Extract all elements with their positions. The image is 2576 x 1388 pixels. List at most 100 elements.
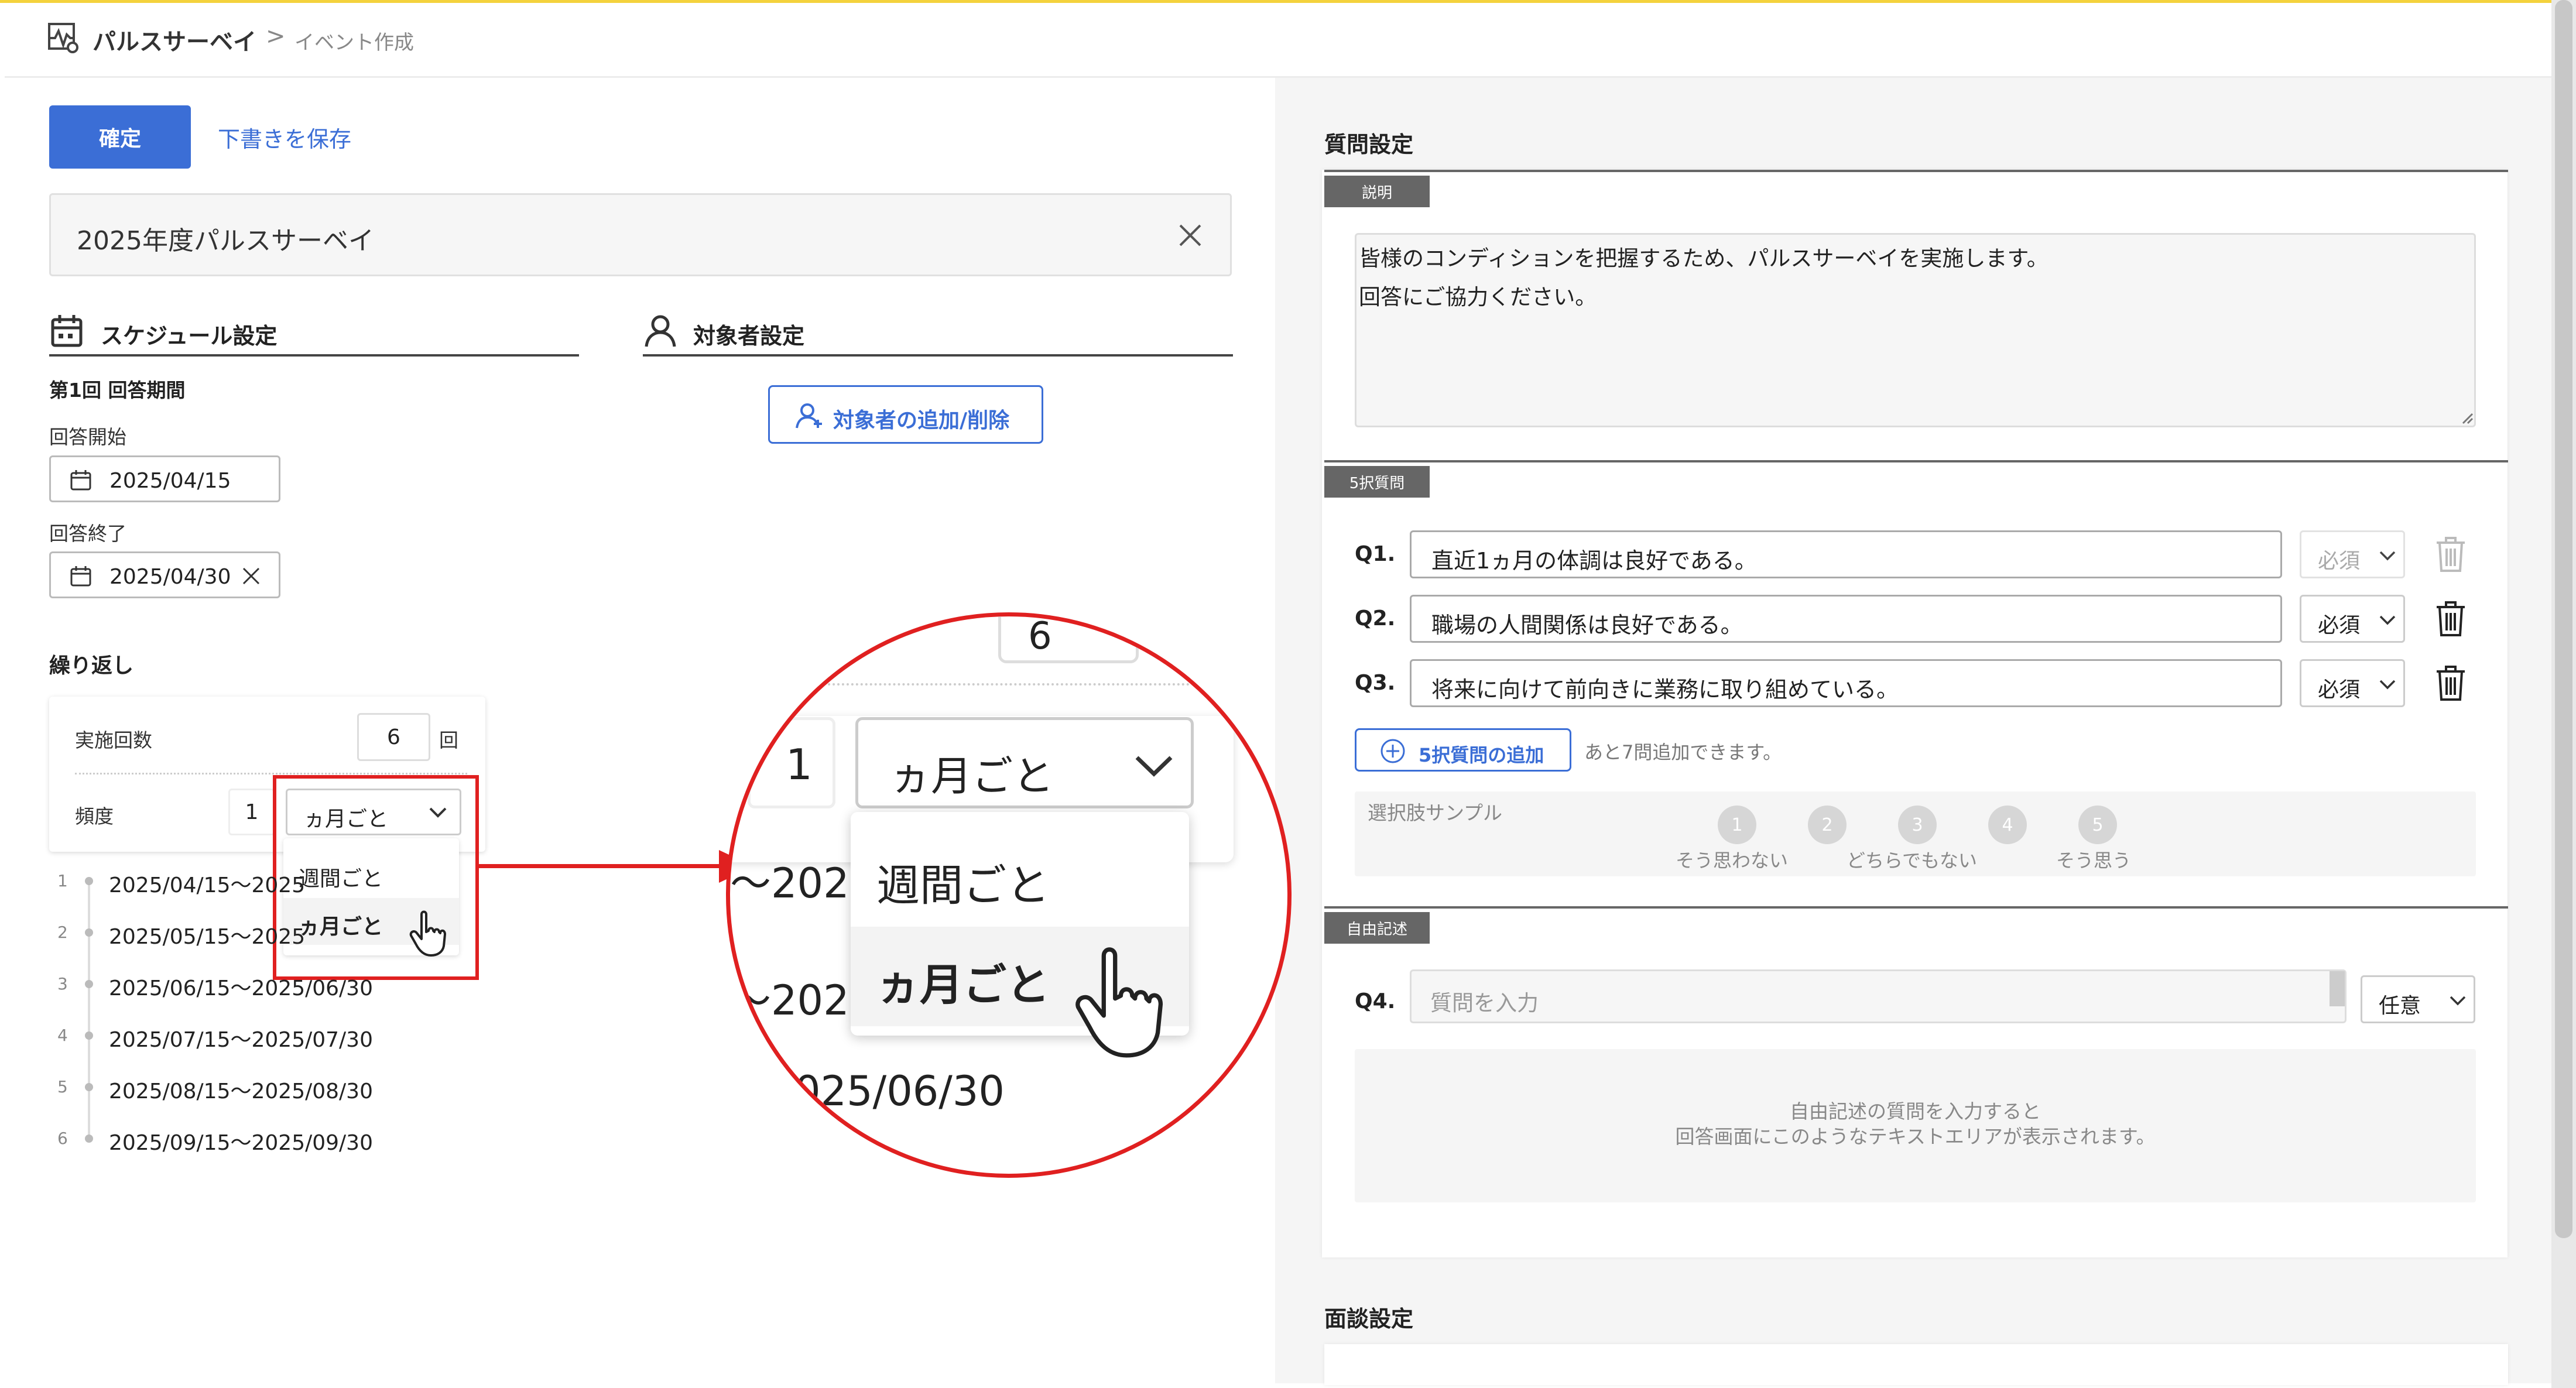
schedule-section-title: スケジュール設定 (101, 323, 278, 349)
end-label: 回答終了 (49, 522, 126, 545)
add-choice-question-button[interactable]: 5択質問の追加 (1355, 728, 1571, 772)
free-hint-line1: 自由記述の質問を入力すると (1790, 1100, 2041, 1123)
person-add-icon (796, 403, 822, 429)
calendar-icon (51, 315, 83, 347)
start-date-value: 2025/04/15 (109, 469, 231, 493)
desc-rule (1324, 170, 2508, 172)
required-select-2[interactable]: 必須 (2300, 595, 2405, 643)
required-select-1[interactable]: 必須 (2300, 530, 2405, 578)
scale-point: 5 (2078, 806, 2117, 844)
schedule-item: 2025/06/15～2025/06/30 (109, 976, 373, 1000)
free-rule (1324, 906, 2508, 909)
schedule-number: 2 (57, 923, 68, 942)
zoom-bg-text: ～202 (730, 859, 849, 907)
questions-section-title: 質問設定 (1324, 132, 1414, 157)
remaining-text: あと7問追加できます。 (1584, 741, 1782, 763)
breadcrumb-separator: > (266, 23, 286, 50)
count-label: 実施回数 (75, 729, 152, 752)
trash-icon[interactable] (2434, 664, 2467, 702)
timeline-line (88, 881, 90, 1142)
chevron-down-icon (1135, 756, 1173, 777)
scale-point: 4 (1988, 806, 2027, 844)
person-icon (645, 315, 676, 347)
end-date-value: 2025/04/30 (109, 565, 231, 589)
timeline-dot (85, 980, 93, 988)
choice-tag: 5択質問 (1324, 466, 1430, 498)
end-date-field[interactable]: 2025/04/30 (49, 551, 280, 598)
event-title-value: 2025年度パルスサーベイ (77, 226, 374, 256)
app-title[interactable]: パルスサーベイ (93, 23, 256, 57)
schedule-item: 2025/08/15～2025/08/30 (109, 1079, 373, 1103)
resize-handle-icon[interactable] (2459, 410, 2474, 424)
sample-label: 選択肢サンプル (1368, 801, 1503, 824)
interview-panel (1324, 1344, 2508, 1385)
header: パルスサーベイ > イベント作成 (5, 3, 2551, 78)
question-number: Q4. (1355, 989, 1396, 1013)
timeline-dot (85, 1031, 93, 1040)
question-number: Q2. (1355, 606, 1396, 630)
breadcrumb-current: イベント作成 (294, 31, 414, 54)
schedule-number: 6 (57, 1129, 68, 1148)
card-divider (75, 773, 467, 774)
schedule-item: 2025/07/15～2025/07/30 (109, 1028, 373, 1052)
zoom-select: ヵ月ごと (855, 717, 1194, 808)
target-section-title: 対象者設定 (693, 323, 805, 349)
timeline-dot (85, 1083, 93, 1091)
schedule-number: 5 (57, 1077, 68, 1096)
trash-icon[interactable] (2434, 536, 2467, 573)
confirm-button[interactable]: 確定 (49, 105, 191, 169)
free-question-input[interactable]: 質問を入力 (1410, 969, 2347, 1023)
start-date-field[interactable]: 2025/04/15 (49, 455, 280, 502)
scale-point: 1 (1718, 806, 1756, 844)
desc-tag: 説明 (1324, 176, 1430, 207)
timeline-dot (85, 877, 93, 885)
required-select-3[interactable]: 必須 (2300, 659, 2405, 707)
count-input[interactable]: 6 (357, 713, 430, 761)
zoom-bg-text: ～202 (730, 976, 849, 1024)
zoom-interval-input: 1 (748, 717, 835, 808)
calendar-small-icon (70, 566, 91, 587)
clear-icon[interactable] (1178, 223, 1203, 248)
schedule-number: 4 (57, 1026, 68, 1045)
optional-select[interactable]: 任意 (2361, 975, 2475, 1023)
zoom-count-box: 6 (998, 616, 1139, 663)
chevron-down-icon (2379, 615, 2396, 625)
hand-cursor-large-icon (1075, 947, 1163, 1058)
page: パルスサーベイ > イベント作成 確定 下書きを保存 2025年度パルスサーベイ… (0, 0, 2576, 1388)
scale-label-high: そう思う (2056, 849, 2132, 872)
question-number: Q1. (1355, 542, 1396, 566)
timeline-dot (85, 1135, 93, 1143)
free-text-tag: 自由記述 (1324, 912, 1430, 944)
count-unit: 回 (439, 729, 458, 752)
chevron-down-icon (2450, 996, 2466, 1006)
arrow-line (479, 864, 731, 868)
zoom-callout: 6 1 ヵ月ごと ～202 ～202 025/06/30 週間ごと ヵ月ごと (726, 612, 1292, 1178)
scrollbar-thumb[interactable] (2555, 0, 2572, 1238)
target-divider (643, 354, 1233, 357)
question-input-3[interactable]: 将来に向けて前向きに業務に取り組めている。 (1410, 659, 2282, 707)
event-title-input[interactable]: 2025年度パルスサーベイ (49, 193, 1232, 276)
start-label: 回答開始 (49, 426, 126, 448)
trash-icon[interactable] (2434, 600, 2467, 638)
scale-point: 3 (1898, 806, 1937, 844)
timeline-dot (85, 928, 93, 937)
zoom-option-weekly: 週間ごと (876, 861, 1050, 911)
zoom-bg-text: 025/06/30 (794, 1067, 1005, 1115)
question-input-1[interactable]: 直近1ヵ月の体調は良好である。 (1410, 530, 2282, 578)
pulse-app-icon (48, 23, 78, 53)
question-input-2[interactable]: 職場の人間関係は良好である。 (1410, 595, 2282, 643)
repeat-label: 繰り返し (49, 654, 134, 678)
schedule-item: 2025/04/15～2025 (109, 873, 306, 897)
scale-point: 2 (1808, 806, 1847, 844)
question-number: Q3. (1355, 671, 1396, 695)
interview-section-title: 面談設定 (1324, 1306, 1414, 1332)
add-remove-target-button[interactable]: 対象者の追加/削除 (768, 385, 1043, 444)
clear-date-icon[interactable] (241, 566, 261, 586)
description-textarea[interactable]: 皆様のコンディションを把握するため、パルスサーベイを実施します。 回答にご協力く… (1355, 233, 2476, 427)
input-scrollbar[interactable] (2330, 971, 2345, 1006)
chevron-down-icon (2379, 551, 2396, 561)
freq-interval-input[interactable]: 1 (228, 789, 275, 835)
schedule-item: 2025/05/15～2025 (109, 925, 306, 949)
save-draft-link[interactable]: 下書きを保存 (218, 121, 351, 153)
schedule-item: 2025/09/15～2025/09/30 (109, 1131, 373, 1155)
